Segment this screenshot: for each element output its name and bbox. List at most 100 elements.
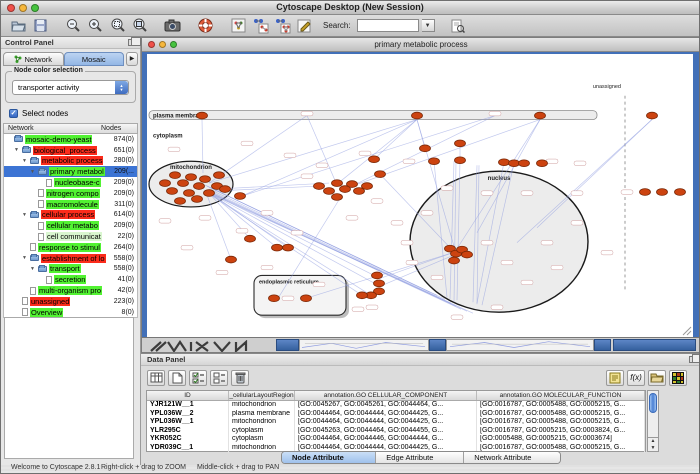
network-node[interactable] [347, 181, 358, 188]
column-header[interactable]: annotation.GO CELLULAR_COMPONENT [295, 391, 477, 400]
network-node[interactable] [675, 189, 686, 196]
network-node[interactable] [449, 257, 460, 264]
minimized-window-art[interactable] [146, 339, 266, 351]
network-node[interactable] [412, 112, 423, 119]
network-node[interactable] [455, 157, 466, 164]
scrollbar-arrows[interactable]: ▲▼ [648, 437, 658, 451]
network-node[interactable] [375, 171, 386, 178]
tree-row[interactable]: ▼transport558(0) [4, 264, 137, 275]
network-node[interactable] [362, 183, 373, 190]
network-node[interactable] [357, 292, 368, 299]
tree-row[interactable]: cellular metabo209(0) [4, 220, 137, 231]
table-scrollbar[interactable]: ▲▼ [647, 390, 659, 452]
network-node[interactable] [647, 112, 658, 119]
tab-network[interactable]: Network [3, 52, 64, 66]
network-node[interactable] [462, 251, 473, 258]
open-icon[interactable] [9, 16, 28, 35]
network-node[interactable] [184, 190, 195, 197]
annotation-icon[interactable] [295, 16, 314, 35]
minimized-window-icon[interactable] [594, 339, 611, 351]
zoom-window-icon[interactable] [170, 41, 177, 48]
tab-overflow-icon[interactable]: ▶ [126, 52, 138, 66]
expander-icon[interactable]: ▼ [29, 169, 36, 175]
column-header[interactable]: annotation.GO MOLECULAR_FUNCTION [477, 391, 645, 400]
tree-row[interactable]: ▼biological_process651(0) [4, 145, 137, 156]
tab-node-attribute-browser[interactable]: Node Attribute Browser [282, 452, 376, 463]
network-node[interactable] [301, 295, 312, 302]
network-node[interactable] [167, 188, 178, 195]
network-window-titlebar[interactable]: primary metabolic process [142, 38, 700, 52]
close-icon[interactable] [148, 41, 155, 48]
network-node[interactable] [283, 244, 294, 251]
minimized-window-icon[interactable] [613, 339, 696, 351]
search-go-icon[interactable] [449, 16, 468, 35]
network-node[interactable] [220, 186, 231, 193]
table-row[interactable]: YJR121W__1mitochondrion[GO:0045267, GO:0… [147, 401, 645, 410]
minimized-window-thumbnail[interactable] [299, 339, 429, 351]
network-node[interactable] [537, 160, 548, 167]
table-row[interactable]: YKR052Ccytoplasm[GO:0044464, GO:0044446,… [147, 435, 645, 444]
network-node[interactable] [235, 193, 246, 200]
import-attributes-icon[interactable] [648, 370, 666, 386]
select-nodes-checkbox[interactable]: ✓ [9, 109, 18, 118]
tree-row[interactable]: response to stimul264(0) [4, 242, 137, 253]
network-node[interactable] [160, 180, 171, 187]
tab-mosaic[interactable]: Mosaic [64, 52, 125, 66]
scroll-up-icon[interactable]: ▲ [651, 438, 656, 444]
tree-row[interactable]: mosaic-demo-yeast874(0) [4, 134, 137, 145]
tree-row[interactable]: macromolecule311(0) [4, 199, 137, 210]
column-header[interactable]: _cellularLayoutRegion [229, 391, 295, 400]
network-node[interactable] [204, 190, 215, 197]
tree-row[interactable]: multi-organism pro42(0) [4, 285, 137, 296]
network-node[interactable] [192, 196, 203, 203]
table-row[interactable]: YPL036W__2plasma membrane[GO:0044464, GO… [147, 410, 645, 419]
network-node[interactable] [640, 189, 651, 196]
save-icon[interactable] [31, 16, 50, 35]
table-row[interactable]: YPL036W__1mitochondrion[GO:0044464, GO:0… [147, 418, 645, 427]
network-node[interactable] [194, 183, 205, 190]
tree-header-nodes[interactable]: Nodes [101, 125, 137, 132]
network-node[interactable] [369, 156, 380, 163]
tree-row[interactable]: ▼establishment of lo558(0) [4, 253, 137, 264]
window-titlebar[interactable]: Cytoscape Desktop (New Session) [1, 1, 699, 15]
network-node[interactable] [200, 176, 211, 183]
scrollbar-thumb[interactable] [649, 393, 657, 413]
float-panel-icon[interactable] [689, 356, 697, 363]
tree-row[interactable]: Overview8(0) [4, 307, 137, 318]
close-icon[interactable] [7, 4, 15, 12]
network-node[interactable] [509, 160, 520, 167]
tree-row[interactable]: ▼cellular process614(0) [4, 210, 137, 221]
tree-row[interactable]: cell communicat22(0) [4, 231, 137, 242]
tree-row[interactable]: nitrogen compo209(0) [4, 188, 137, 199]
camera-icon[interactable] [163, 16, 182, 35]
new-network-all-edges-icon[interactable] [273, 16, 292, 35]
heatmap-icon[interactable] [669, 370, 687, 386]
zoom-fit-icon[interactable] [130, 16, 149, 35]
network-node[interactable] [272, 244, 283, 251]
network-node[interactable] [197, 112, 208, 119]
help-icon[interactable] [196, 16, 215, 35]
tree-row[interactable]: nucleobase-c209(0) [4, 177, 137, 188]
column-header[interactable]: ID [147, 391, 229, 400]
network-node[interactable] [178, 180, 189, 187]
network-node[interactable] [455, 140, 466, 147]
minimized-window-thumbnail[interactable] [446, 339, 594, 351]
search-dropdown-icon[interactable]: ▼ [422, 19, 435, 32]
unselect-all-attributes-icon[interactable] [210, 370, 228, 386]
expander-icon[interactable]: ▼ [13, 147, 20, 153]
select-attributes-icon[interactable] [147, 370, 165, 386]
network-overview-icon[interactable] [229, 16, 248, 35]
resize-grip-icon[interactable] [682, 326, 692, 336]
minimize-icon[interactable] [19, 4, 27, 12]
birds-eye-view[interactable] [4, 317, 134, 459]
network-node[interactable] [535, 112, 546, 119]
network-node[interactable] [374, 280, 385, 287]
network-node[interactable] [420, 145, 431, 152]
network-node[interactable] [499, 159, 510, 166]
expander-icon[interactable]: ▼ [21, 158, 28, 164]
network-node[interactable] [186, 174, 197, 181]
region-plasma-membrane[interactable] [149, 111, 597, 120]
float-panel-icon[interactable] [128, 39, 136, 46]
new-network-from-selection-icon[interactable] [251, 16, 270, 35]
notes-icon[interactable] [606, 370, 624, 386]
